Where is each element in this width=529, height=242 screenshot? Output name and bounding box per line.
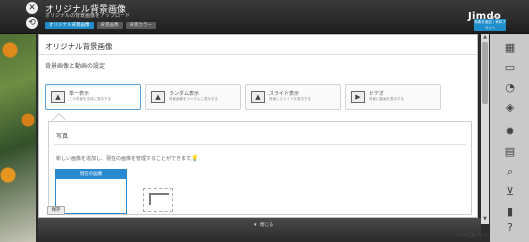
- random-image-icon: ▲: [151, 91, 165, 103]
- save-button[interactable]: 保存: [47, 206, 65, 215]
- close-button[interactable]: ▾ 閉じる: [254, 222, 273, 228]
- chevron-down-icon: ▾: [254, 222, 257, 228]
- paint-icon[interactable]: ◔: [502, 80, 518, 96]
- media-icon[interactable]: ◈: [502, 100, 518, 116]
- photo-section: 写真 新しい画像を追加し、現在の画像を管理することができます。 💡 現在の画像: [48, 121, 472, 215]
- scroll-thumb[interactable]: [482, 42, 488, 104]
- close-icon[interactable]: ✕: [26, 2, 38, 14]
- option-random[interactable]: ▲ ランダム表示 背景画像をランダムに表示する: [145, 84, 241, 110]
- option-single[interactable]: ▲ 単一表示 この背景を全体に表示する: [45, 84, 141, 110]
- option-desc: この背景を全体に表示する: [69, 97, 111, 101]
- scroll-up-icon[interactable]: ▲: [482, 35, 488, 40]
- tool-sidebar: ▦ ▭ ◔ ◈ ✹ ▤ ⌕ ⊻ ▮ ?: [490, 34, 529, 242]
- tab-background-image[interactable]: 背景画像: [96, 22, 123, 29]
- top-bar: ✕ ⟲ オリジナル背景画像 オリジナルの背景画像をアップロード オリジナル背景画…: [0, 0, 529, 34]
- option-title: 単一表示: [69, 91, 90, 97]
- lightbulb-icon: 💡: [191, 155, 199, 162]
- search-icon[interactable]: ⌕: [502, 164, 518, 180]
- section-title: 背景画像と動画の設定: [45, 63, 106, 70]
- window-subtitle: オリジナルの背景画像をアップロード: [45, 13, 131, 19]
- tab-bar: オリジナル背景画像 背景画像 背景カラー: [45, 22, 156, 29]
- settings-panel: オリジナル背景画像 背景画像と動画の設定 ▲ 単一表示 この背景を全体に表示する…: [38, 34, 478, 218]
- scroll-down-icon[interactable]: ▼: [482, 217, 488, 222]
- layout-icon[interactable]: ▦: [502, 40, 518, 56]
- divider: [39, 54, 477, 55]
- option-desc: 背景に動画を表示する: [369, 97, 404, 101]
- bottom-bar: ▾ 閉じる: [38, 218, 481, 242]
- photo-description: 新しい画像を追加し、現在の画像を管理することができます。: [56, 156, 196, 162]
- bar-chart-icon[interactable]: ▮: [502, 204, 518, 220]
- option-title: スライド表示: [269, 91, 300, 97]
- stats-icon[interactable]: ▤: [502, 144, 518, 160]
- help-icon[interactable]: ?: [502, 220, 518, 236]
- panel-title: オリジナル背景画像: [45, 42, 113, 51]
- option-title: ビデオ: [369, 91, 385, 97]
- photo-label: 写真: [56, 133, 69, 140]
- close-label: 閉じる: [259, 223, 274, 228]
- slideshow-icon: ▲: [251, 91, 265, 103]
- cart-icon[interactable]: ⊻: [502, 184, 518, 200]
- option-title: ランダム表示: [169, 91, 200, 97]
- current-image-label: 現在の画像: [56, 170, 126, 179]
- option-desc: 背景画像をランダムに表示する: [169, 97, 218, 101]
- back-icon[interactable]: ⟲: [26, 17, 38, 29]
- divider: [54, 144, 466, 145]
- current-image-box[interactable]: 現在の画像: [55, 169, 127, 214]
- tab-original-background[interactable]: オリジナル背景画像: [45, 22, 94, 29]
- single-image-icon: ▲: [51, 91, 65, 103]
- scrollbar[interactable]: ▲ ▼: [481, 34, 489, 224]
- tab-background-color[interactable]: 背景カラー: [125, 22, 156, 29]
- background-photo: [0, 0, 36, 242]
- style-icon[interactable]: ▭: [502, 60, 518, 76]
- option-video[interactable]: ▶ ビデオ 背景に動画を表示する: [345, 84, 441, 110]
- help-link[interactable]: ヘルプをご覧ください: [454, 233, 489, 238]
- upgrade-button[interactable]: 特典を追加 / 有料プランへ: [474, 19, 506, 31]
- option-desc: 背景にスライドを表示する: [269, 97, 311, 101]
- video-icon: ▶: [351, 91, 365, 103]
- option-slideshow[interactable]: ▲ スライド表示 背景にスライドを表示する: [245, 84, 341, 110]
- settings-icon[interactable]: ✹: [502, 124, 518, 140]
- add-image-dropzone[interactable]: [143, 188, 173, 212]
